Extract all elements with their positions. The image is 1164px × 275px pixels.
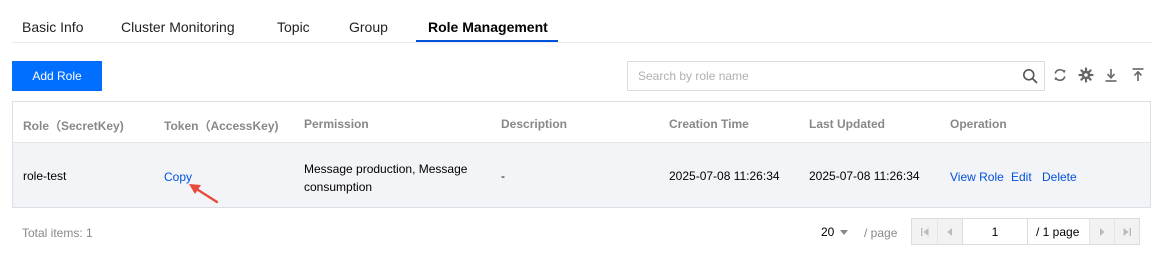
add-role-button[interactable]: Add Role bbox=[12, 61, 102, 91]
column-header-token: Token（AccessKey) bbox=[164, 119, 279, 133]
page-size-value: 20 bbox=[821, 225, 835, 239]
tab-group[interactable]: Group bbox=[349, 19, 388, 35]
active-tab-indicator bbox=[416, 40, 558, 42]
delete-link[interactable]: Delete bbox=[1042, 170, 1077, 184]
creation-time: 2025-07-08 11:26:34 bbox=[669, 169, 780, 183]
column-header-last-updated: Last Updated bbox=[809, 117, 886, 131]
permission-text: Message production, Message consumption bbox=[304, 162, 468, 194]
first-page-button[interactable] bbox=[912, 219, 937, 244]
tab-topic[interactable]: Topic bbox=[277, 19, 310, 35]
tab-cluster-monitoring[interactable]: Cluster Monitoring bbox=[121, 19, 235, 35]
table-row: role-test Copy Message production, Messa… bbox=[13, 143, 1150, 207]
role-table: Role（SecretKey) Token（AccessKey) Permiss… bbox=[12, 101, 1151, 208]
upload-icon[interactable] bbox=[1130, 67, 1146, 83]
tab-role-management[interactable]: Role Management bbox=[428, 19, 548, 35]
last-updated: 2025-07-08 11:26:34 bbox=[809, 169, 920, 183]
next-page-button[interactable] bbox=[1089, 219, 1114, 244]
column-header-description: Description bbox=[501, 117, 568, 131]
column-header-operation: Operation bbox=[950, 117, 1007, 131]
download-icon[interactable] bbox=[1103, 67, 1119, 83]
refresh-icon[interactable] bbox=[1052, 67, 1068, 83]
column-header-role: Role（SecretKey) bbox=[23, 119, 124, 133]
role-name: role-test bbox=[23, 169, 67, 183]
description-text: - bbox=[501, 169, 505, 183]
pagination: / 1 page bbox=[911, 218, 1140, 245]
tab-bar: Basic Info Cluster Monitoring Topic Grou… bbox=[12, 0, 1152, 43]
annotation-arrow-icon bbox=[189, 184, 219, 204]
chevron-down-icon bbox=[840, 229, 849, 235]
total-items: Total items: 1 bbox=[22, 226, 93, 240]
edit-link[interactable]: Edit bbox=[1011, 170, 1032, 184]
column-header-creation-time: Creation Time bbox=[669, 117, 749, 131]
settings-icon[interactable] bbox=[1078, 67, 1094, 83]
page-number-input[interactable] bbox=[962, 219, 1028, 244]
table-header: Role（SecretKey) Token（AccessKey) Permiss… bbox=[13, 102, 1150, 143]
last-page-button[interactable] bbox=[1114, 219, 1139, 244]
tab-basic-info[interactable]: Basic Info bbox=[22, 19, 83, 35]
search-input[interactable] bbox=[628, 62, 1013, 90]
per-page-label: / page bbox=[864, 226, 898, 240]
search-box bbox=[627, 61, 1045, 91]
last-page-icon bbox=[1123, 227, 1131, 236]
total-pages: / 1 page bbox=[1036, 225, 1080, 239]
page-size-select[interactable]: 20 bbox=[821, 225, 849, 239]
column-header-permission: Permission bbox=[304, 117, 369, 131]
first-page-icon bbox=[920, 227, 928, 236]
view-role-link[interactable]: View Role bbox=[950, 170, 1004, 184]
chevron-right-icon bbox=[1100, 227, 1105, 236]
prev-page-button[interactable] bbox=[937, 219, 962, 244]
search-icon[interactable] bbox=[1022, 68, 1038, 84]
chevron-left-icon bbox=[947, 227, 952, 236]
